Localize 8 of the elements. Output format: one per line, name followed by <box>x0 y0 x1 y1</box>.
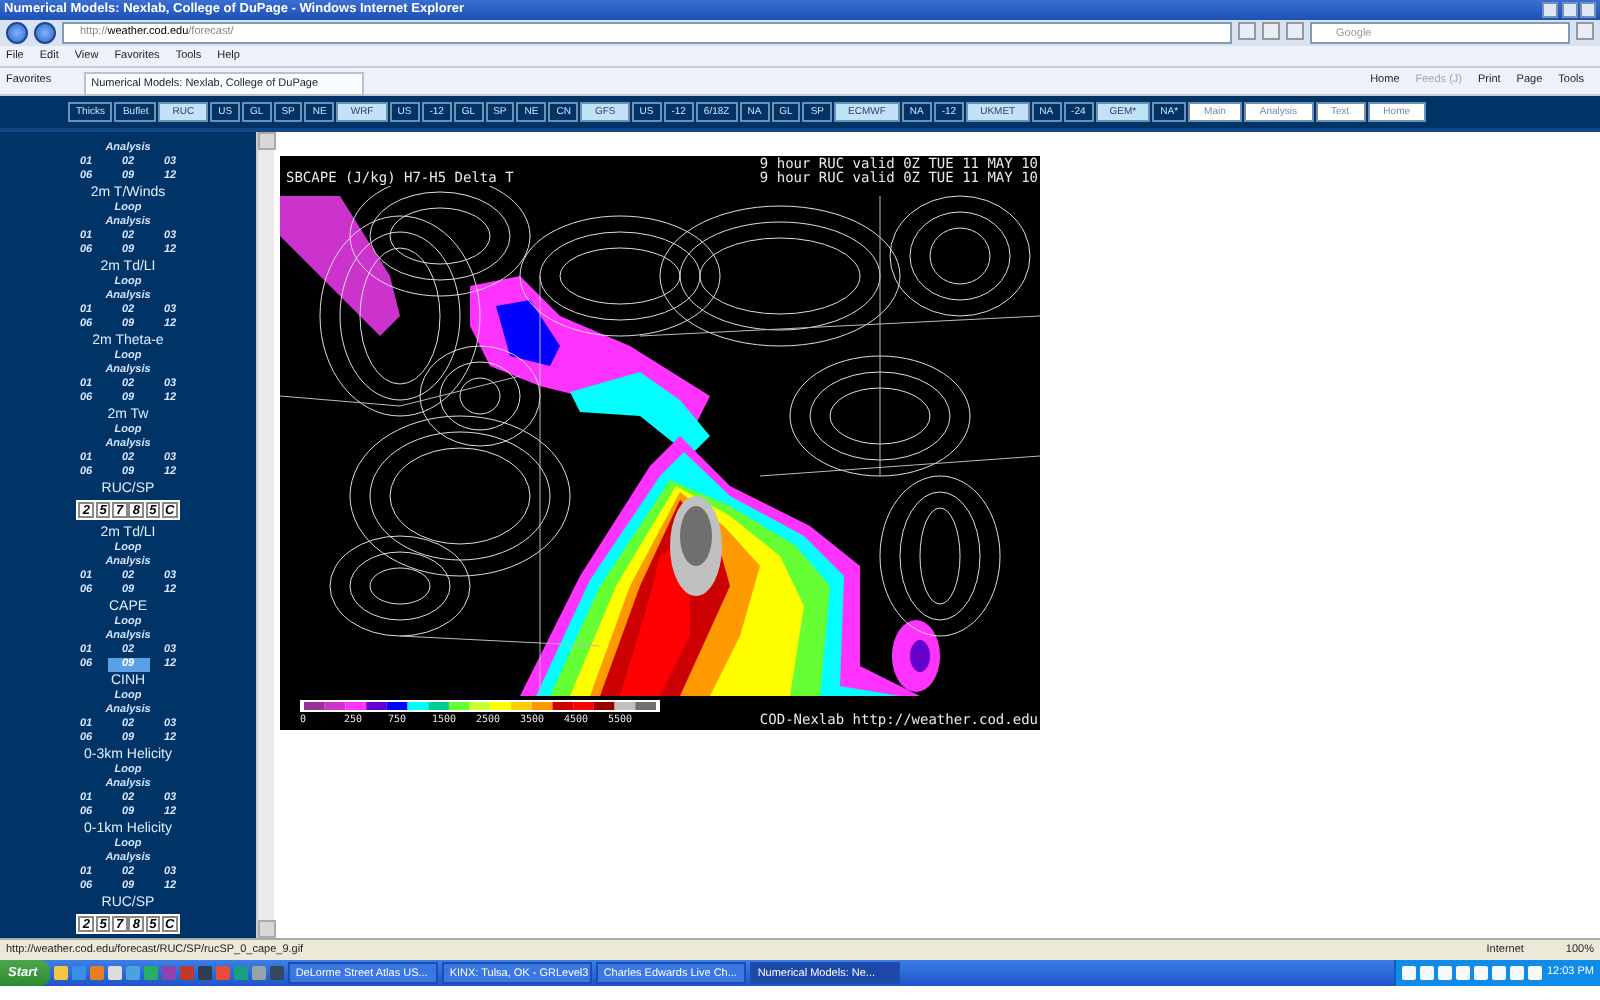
maximize-button[interactable] <box>1561 2 1577 18</box>
scroll-up-button[interactable] <box>258 132 276 150</box>
scroll-down-button[interactable] <box>258 920 276 938</box>
forward-button[interactable] <box>34 22 56 44</box>
close-button[interactable] <box>1580 2 1597 18</box>
scrollbar[interactable] <box>256 132 274 938</box>
back-button[interactable] <box>6 22 28 44</box>
minimize-button[interactable] <box>1541 2 1558 18</box>
